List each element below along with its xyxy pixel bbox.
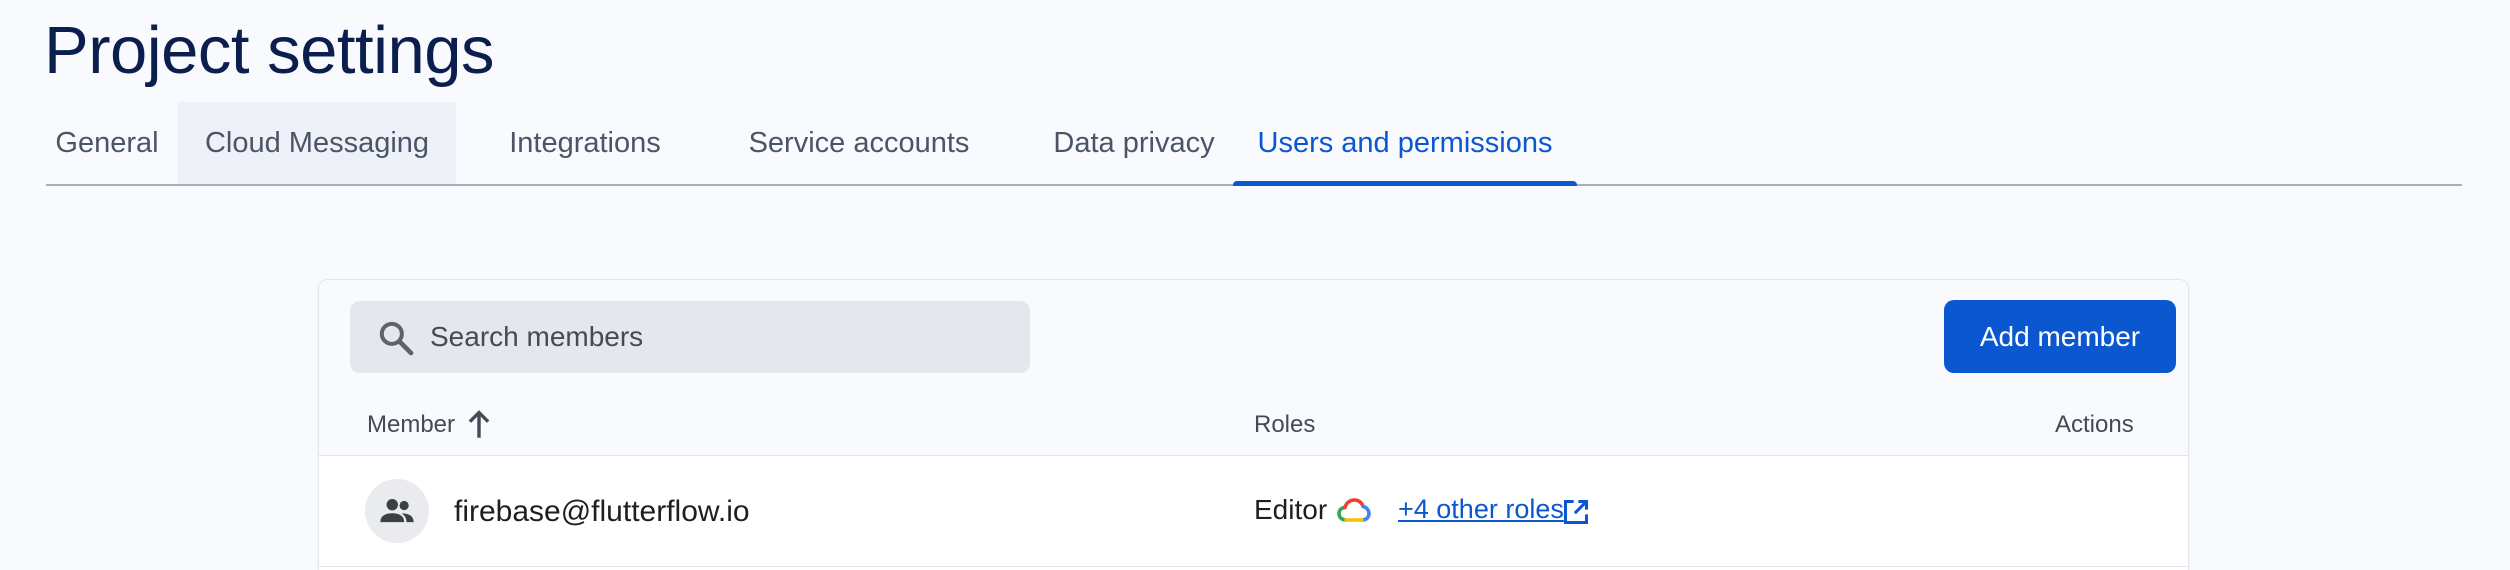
members-card: Add member Member Roles Actions firebase… — [318, 279, 2189, 570]
page-title: Project settings — [44, 13, 495, 88]
google-cloud-icon — [1337, 498, 1371, 522]
column-header-actions: Actions — [2055, 411, 2134, 438]
tab-users-and-permissions[interactable]: Users and permissions — [1233, 102, 1577, 186]
search-field[interactable] — [350, 301, 1030, 373]
tab-general[interactable]: General — [46, 102, 168, 184]
tab-service-accounts[interactable]: Service accounts — [714, 102, 1004, 184]
open-in-new-icon[interactable] — [1562, 498, 1590, 526]
tab-integrations[interactable]: Integrations — [466, 102, 704, 184]
member-role: Editor — [1254, 494, 1328, 525]
sort-ascending-icon[interactable] — [465, 408, 493, 440]
project-settings-page: Project settings General Cloud Messaging… — [0, 0, 2510, 570]
column-header-member[interactable]: Member — [367, 410, 455, 440]
other-roles-link[interactable]: +4 other roles — [1398, 489, 1564, 529]
column-header-roles: Roles — [1254, 411, 1316, 438]
members-card-header: Add member Member Roles Actions — [319, 280, 2188, 456]
add-member-button[interactable]: Add member — [1944, 300, 2176, 373]
avatar — [365, 479, 429, 543]
search-input[interactable] — [430, 301, 1010, 373]
member-email: firebase@flutterflow.io — [454, 495, 750, 528]
settings-tab-bar: General Cloud Messaging Integrations Ser… — [46, 102, 2462, 186]
tab-cloud-messaging[interactable]: Cloud Messaging — [178, 102, 456, 184]
tab-data-privacy[interactable]: Data privacy — [1014, 102, 1254, 184]
table-row: firebase@flutterflow.io Editor +4 other … — [319, 456, 2188, 567]
group-icon — [380, 498, 414, 523]
search-icon — [379, 321, 414, 356]
